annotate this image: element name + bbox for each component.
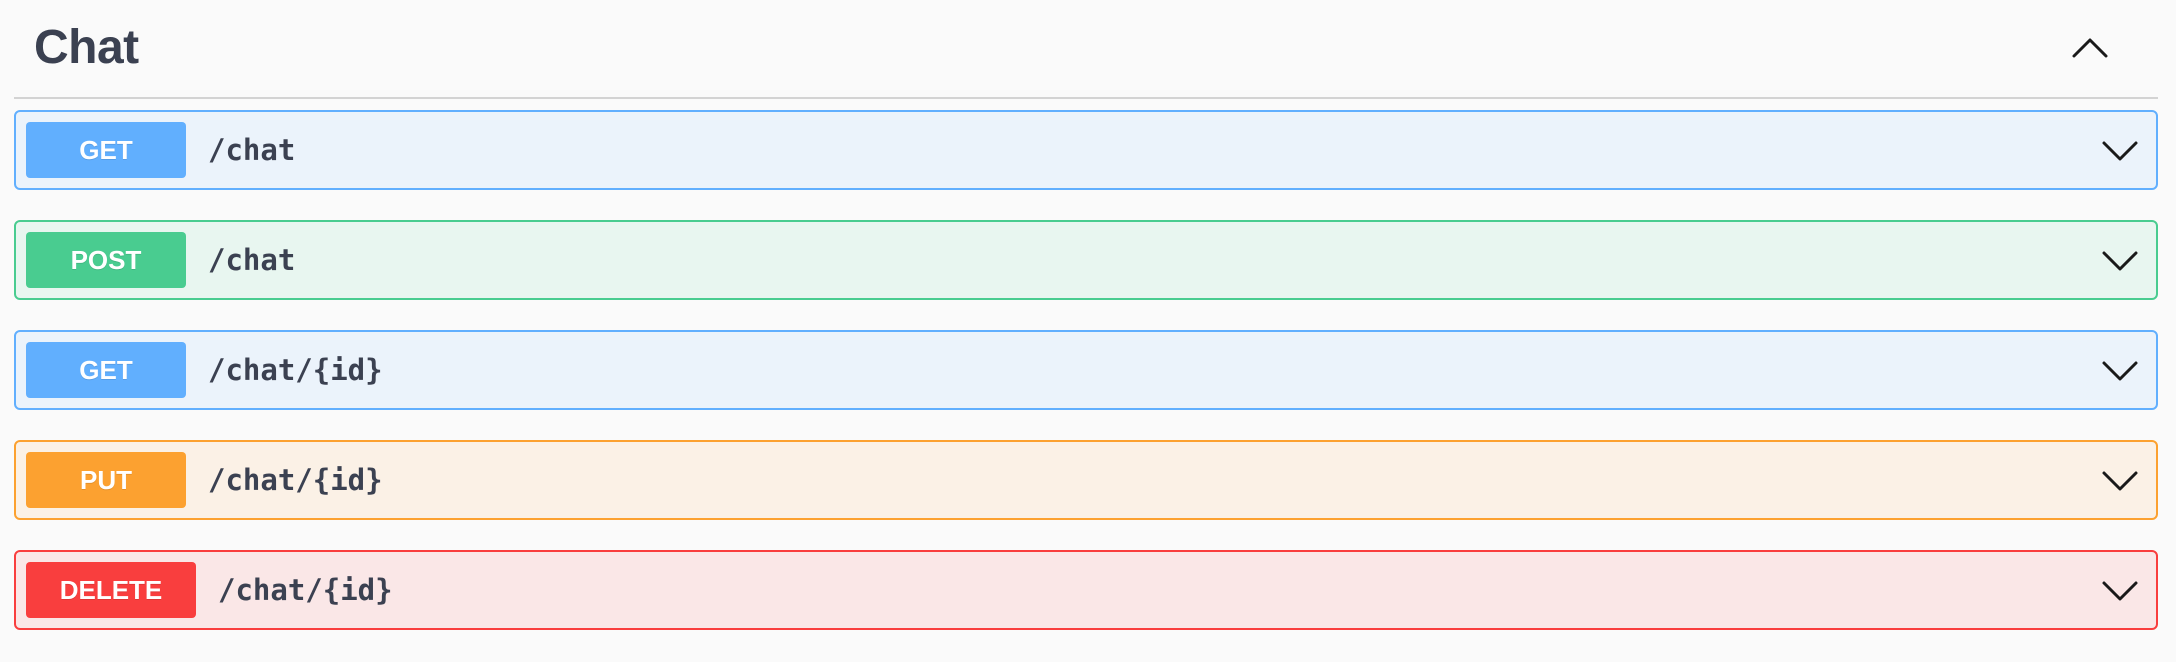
chevron-down-icon[interactable] (2094, 344, 2146, 396)
method-badge: GET (26, 342, 186, 398)
method-badge: POST (26, 232, 186, 288)
operation-path: /chat/{id} (208, 353, 383, 387)
operation-get-chat[interactable]: GET /chat (14, 110, 2158, 190)
operation-put-chat-id[interactable]: PUT /chat/{id} (14, 440, 2158, 520)
chevron-down-icon-graphic (2102, 361, 2138, 381)
operation-path: /chat/{id} (208, 463, 383, 497)
tag-header[interactable]: Chat (14, 0, 2158, 99)
operation-post-chat[interactable]: POST /chat (14, 220, 2158, 300)
chevron-up-icon-graphic (2072, 38, 2108, 58)
operation-path: /chat/{id} (218, 573, 393, 607)
method-badge: PUT (26, 452, 186, 508)
tag-title: Chat (34, 21, 139, 74)
chevron-down-icon[interactable] (2094, 564, 2146, 616)
chevron-down-icon[interactable] (2094, 454, 2146, 506)
chevron-down-icon-graphic (2102, 141, 2138, 161)
chevron-down-icon[interactable] (2094, 124, 2146, 176)
operations-list: GET /chat POST /chat GET /chat/{id} PUT … (14, 110, 2158, 660)
operation-path: /chat (208, 243, 296, 277)
chevron-down-icon-graphic (2102, 251, 2138, 271)
chevron-down-icon[interactable] (2094, 234, 2146, 286)
operation-delete-chat-id[interactable]: DELETE /chat/{id} (14, 550, 2158, 630)
method-badge: GET (26, 122, 186, 178)
method-badge: DELETE (26, 562, 196, 618)
operation-get-chat-id[interactable]: GET /chat/{id} (14, 330, 2158, 410)
operation-path: /chat (208, 133, 296, 167)
chevron-down-icon-graphic (2102, 471, 2138, 491)
chevron-up-icon[interactable] (2062, 20, 2118, 76)
chevron-down-icon-graphic (2102, 581, 2138, 601)
chat-tag-section: Chat GET /chat POST /chat GET /chat/{id}… (14, 0, 2158, 630)
